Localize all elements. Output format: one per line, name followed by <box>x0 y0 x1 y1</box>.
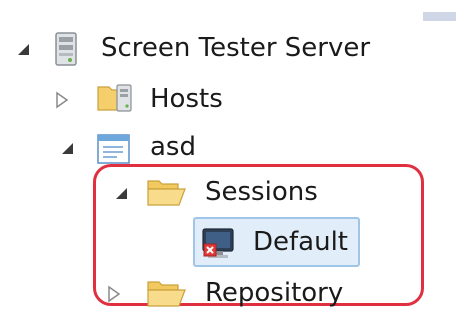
tree-item-screen-tester-server[interactable]: Screen Tester Server <box>0 24 400 72</box>
hosts-folder-icon <box>97 84 132 112</box>
folder-open-icon <box>147 281 186 307</box>
tree-item-label: Default <box>253 227 348 257</box>
window-icon <box>97 134 130 164</box>
server-icon <box>55 32 77 66</box>
tree-item-label: Repository <box>205 278 344 308</box>
tree-item-default[interactable]: Default <box>193 218 360 266</box>
folder-open-icon <box>147 180 186 206</box>
tree-item-hosts[interactable]: Hosts <box>0 75 260 123</box>
expanded-triangle-icon[interactable] <box>58 139 78 159</box>
tree-item-label: Sessions <box>205 177 318 207</box>
tree-item-repository[interactable]: Repository <box>0 269 360 313</box>
collapsed-triangle-icon[interactable] <box>104 284 124 304</box>
project-tree: Screen Tester Server Hosts asd Sessions … <box>0 0 456 313</box>
tree-item-label: Hosts <box>150 84 223 114</box>
tree-item-sessions[interactable]: Sessions <box>0 168 320 216</box>
scrollbar-thumb[interactable] <box>423 12 456 21</box>
expanded-triangle-icon[interactable] <box>112 184 132 204</box>
collapsed-triangle-icon[interactable] <box>52 90 72 110</box>
session-screen-icon <box>202 228 234 258</box>
tree-item-label: Screen Tester Server <box>101 33 371 63</box>
expanded-triangle-icon[interactable] <box>14 40 34 60</box>
